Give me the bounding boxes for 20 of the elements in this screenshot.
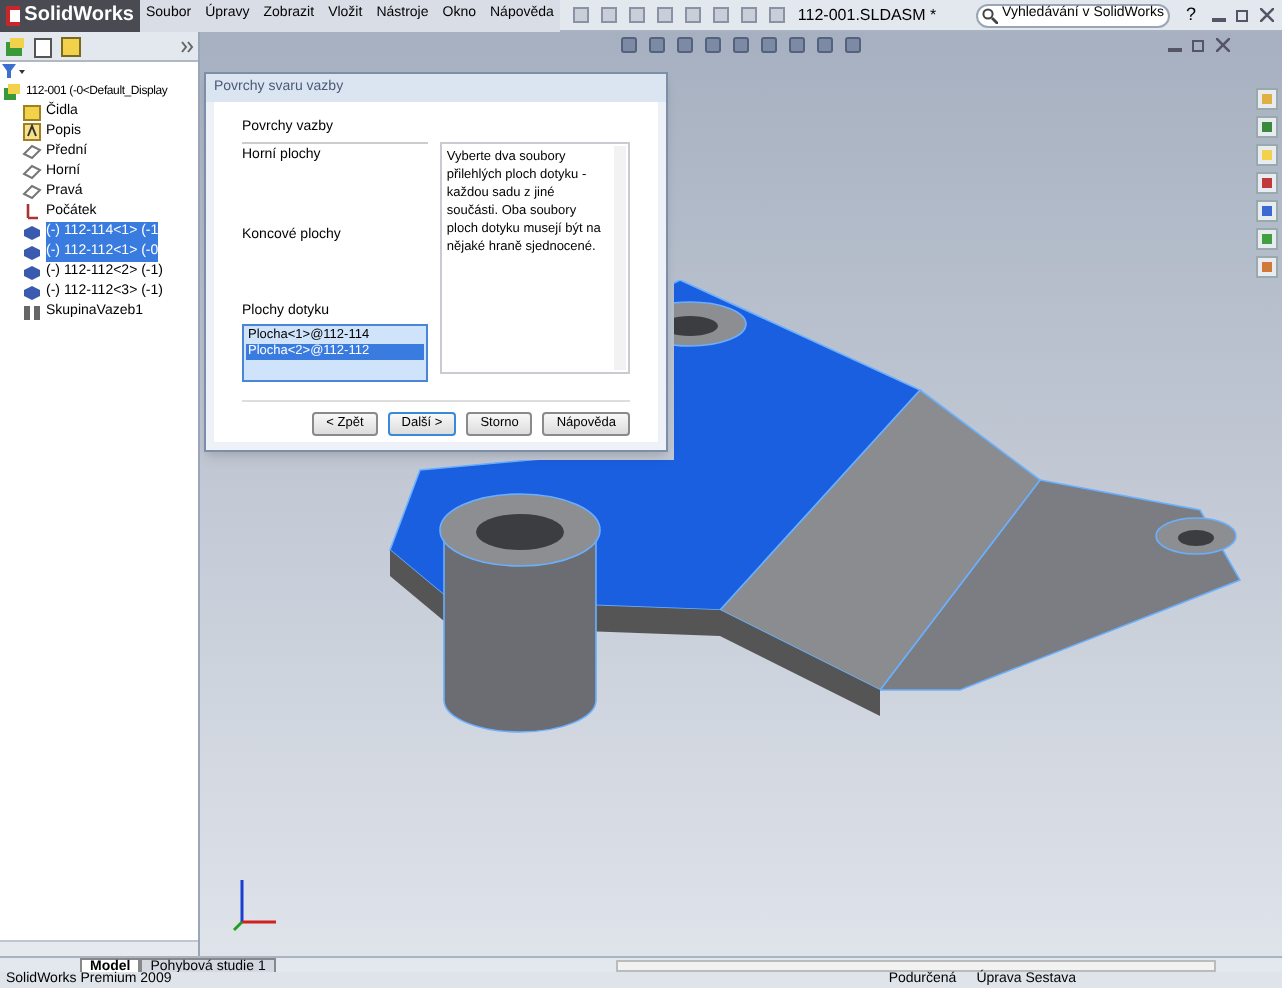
origin-icon [22, 202, 42, 222]
logo-icon [6, 5, 21, 25]
property-tab-icon[interactable] [32, 35, 54, 57]
configuration-tab-icon[interactable] [60, 35, 82, 57]
scrollbar[interactable] [614, 145, 626, 369]
mates-icon [22, 302, 42, 322]
help-button[interactable]: ? [1169, 1, 1212, 29]
restore-icon[interactable] [1192, 38, 1206, 52]
scrollbar[interactable] [615, 959, 1216, 971]
search-icon [982, 7, 999, 23]
note-icon [22, 122, 42, 142]
document-title: 112-001.SLDASM * [797, 3, 939, 27]
assembly-icon [2, 82, 22, 102]
close-icon[interactable] [1216, 38, 1230, 52]
filter-icon[interactable] [2, 64, 26, 80]
app-logo: SolidWorks [24, 2, 134, 30]
close-icon[interactable] [1260, 8, 1274, 22]
expand-icon[interactable] [180, 39, 194, 53]
restore-icon[interactable] [1236, 8, 1250, 22]
scrollbar[interactable] [0, 940, 198, 956]
